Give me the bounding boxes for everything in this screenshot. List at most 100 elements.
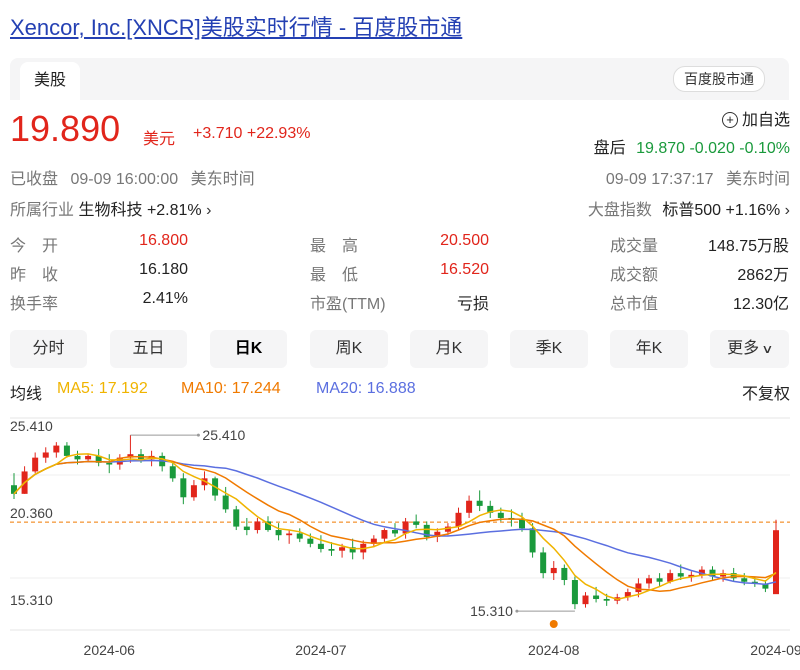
volume-label: 成交量 [610, 238, 659, 255]
price-change: +3.710 +22.93% [193, 125, 310, 143]
page-title[interactable]: Xencor, Inc.[XNCR]美股实时行情 - 百度股市通 [10, 10, 462, 42]
high-label: 最 高 [310, 238, 359, 255]
prev-close-value: 16.180 [139, 261, 188, 278]
tab-week-k[interactable]: 周K [310, 330, 388, 368]
after-hours-change-pct: -0.10% [739, 140, 790, 157]
ma5-legend: MA5: 17.192 [57, 380, 148, 397]
industry-link[interactable]: 所属行业 生物科技 +2.81% › [10, 196, 211, 220]
adjust-toggle[interactable]: 不复权 [742, 380, 790, 404]
change-amount: +3.710 [193, 125, 243, 142]
amount-label: 成交额 [610, 267, 659, 284]
candlestick-chart[interactable]: 25.410 15.310 25.410 20.360 15.310 2024-… [0, 410, 800, 670]
close-time: 09-09 16:00:00 [70, 171, 179, 188]
x-tick-label: 2024-07 [295, 642, 347, 658]
source-badge[interactable]: 百度股市通 [673, 66, 765, 92]
x-tick-label: 2024-09 [750, 642, 800, 658]
tab-quarter-k[interactable]: 季K [510, 330, 588, 368]
candle-body [582, 595, 589, 605]
add-watchlist-label: 加自选 [741, 112, 790, 129]
candle-body [413, 521, 420, 525]
ma-label: 均线 [10, 386, 43, 403]
mktcap-value: 12.30亿 [732, 296, 789, 313]
turnover-label: 换手率 [10, 296, 59, 313]
candle-body [603, 598, 610, 601]
candle-body [741, 578, 748, 582]
candle-body [540, 552, 547, 574]
candle-body [180, 478, 187, 498]
industry-change: +2.81% [146, 202, 202, 219]
candle-body [63, 445, 70, 456]
ma20-legend: MA20: 16.888 [316, 380, 416, 397]
close-status-row: 已收盘 09-09 16:00:00 美东时间 [10, 165, 255, 189]
candle-body [275, 530, 282, 536]
index-change: +1.16% [725, 202, 781, 219]
high-value: 20.500 [440, 232, 489, 249]
candle-body [74, 455, 81, 460]
pe-label: 市盈(TTM) [310, 296, 386, 313]
candle-body [296, 533, 303, 539]
candle-body [286, 533, 293, 536]
low-label: 最 低 [310, 267, 359, 284]
candle-body [656, 578, 663, 582]
tab-year-k[interactable]: 年K [610, 330, 688, 368]
market-tab-bar: 美股 百度股市通 [10, 58, 789, 100]
candle-body [190, 485, 197, 498]
y-tick-label: 20.360 [10, 505, 53, 521]
annotations: 25.410 15.310 [130, 427, 575, 619]
close-status: 已收盘 [10, 171, 59, 188]
candle-body [307, 538, 314, 544]
x-tick-label: 2024-06 [84, 642, 136, 658]
tab-us-stocks[interactable]: 美股 [20, 62, 80, 100]
tab-five-day[interactable]: 五日 [110, 330, 187, 368]
volume-value: 148.75万股 [708, 238, 789, 255]
candle-body [243, 526, 250, 531]
after-hours-label: 盘后 [593, 140, 626, 157]
candle-body [561, 567, 568, 581]
event-marker[interactable] [549, 620, 558, 628]
ma10-legend: MA10: 17.244 [181, 380, 281, 397]
add-watchlist-button[interactable]: + 加自选 [721, 106, 790, 130]
chevron-down-icon: ∨ [761, 342, 774, 356]
x-tick-label: 2024-08 [528, 642, 580, 658]
min-label: 15.310 [470, 603, 513, 619]
index-link[interactable]: 大盘指数 标普500 +1.16% › [588, 196, 790, 220]
open-value: 16.800 [139, 232, 188, 249]
candle-body [106, 462, 113, 465]
industry-label: 所属行业 [10, 202, 75, 219]
candle-body [550, 567, 557, 574]
index-label: 大盘指数 [587, 202, 652, 219]
candle-body [773, 530, 779, 595]
max-label: 25.410 [202, 427, 245, 443]
candle-body [476, 500, 483, 506]
close-timezone: 美东时间 [190, 171, 255, 188]
after-hours-timezone: 美东时间 [725, 171, 790, 188]
candle-body [571, 580, 578, 605]
open-label: 今 开 [10, 238, 59, 255]
index-name: 标普500 [662, 202, 722, 219]
after-hours-time: 09-09 17:37:17 [605, 171, 714, 188]
candle-body [529, 528, 536, 553]
tab-month-k[interactable]: 月K [410, 330, 488, 368]
tab-minute[interactable]: 分时 [10, 330, 87, 368]
low-value: 16.520 [440, 261, 489, 278]
grid [10, 417, 790, 631]
industry-name: 生物科技 [78, 202, 143, 219]
min-marker [515, 609, 519, 613]
prev-close-label: 昨 收 [10, 267, 59, 284]
tab-day-k[interactable]: 日K [210, 330, 287, 368]
plus-circle-icon: + [721, 112, 738, 128]
candle-body [317, 543, 324, 549]
candle-body [392, 530, 398, 534]
amount-value: 2862万 [737, 267, 789, 284]
candle-body [254, 521, 261, 531]
turnover-value: 2.41% [142, 290, 188, 307]
candle-body [455, 512, 462, 527]
candle-body [466, 500, 473, 513]
change-percent: +22.93% [246, 125, 311, 142]
y-axis-labels: 25.410 20.360 15.310 [10, 418, 53, 608]
tab-more[interactable]: 更多 ∨ [710, 330, 789, 368]
y-tick-label: 25.410 [10, 418, 53, 434]
candle-body [328, 548, 335, 551]
current-price: 19.890 [10, 108, 121, 149]
max-marker [196, 433, 200, 437]
